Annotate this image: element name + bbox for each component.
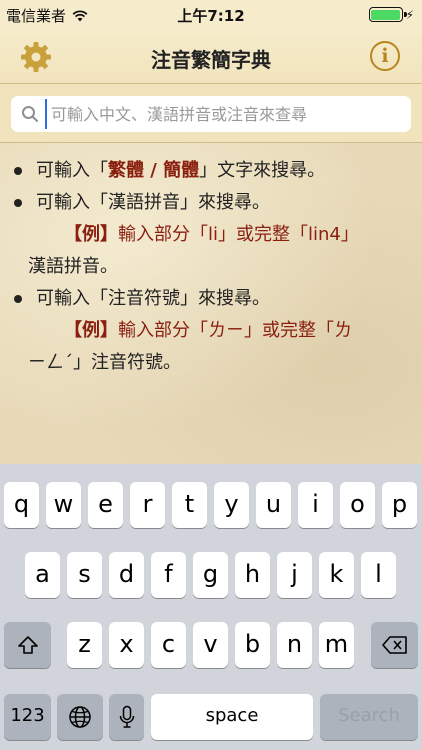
search-icon [22, 106, 38, 122]
help-list: 可輸入「繁體 / 簡體」文字來搜尋。 可輸入「漢語拼音」來搜尋。 【例】輸入部分… [14, 155, 408, 379]
key-i[interactable]: i [298, 482, 333, 528]
shift-icon [17, 636, 38, 654]
help-item-zhuyin: 可輸入「注音符號」來搜尋。 [14, 283, 408, 315]
key-k[interactable]: k [319, 552, 354, 598]
key-x[interactable]: x [109, 622, 144, 668]
help-emphasis: 繁體 / 簡體 [108, 160, 200, 181]
key-e[interactable]: e [88, 482, 123, 528]
info-icon[interactable]: i [370, 41, 400, 71]
key-t[interactable]: t [172, 482, 207, 528]
help-example-pinyin: 【例】輸入部分「li」或完整「lin4」 [64, 224, 359, 245]
key-f[interactable]: f [151, 552, 186, 598]
keyboard: q w e r t y u i o p a s d f g h j k l z … [0, 464, 422, 750]
microphone-key[interactable] [109, 694, 144, 740]
globe-icon [69, 706, 91, 728]
help-example-zhuyin: 【例】輸入部分「ㄌㄧ」或完整「ㄌ [64, 320, 352, 341]
key-v[interactable]: v [193, 622, 228, 668]
key-u[interactable]: u [256, 482, 291, 528]
help-example-pinyin-cont: 漢語拼音。 [28, 256, 118, 277]
help-item-pinyin: 可輸入「漢語拼音」來搜尋。 [14, 187, 408, 219]
globe-key[interactable] [57, 694, 103, 740]
key-g[interactable]: g [193, 552, 228, 598]
key-b[interactable]: b [235, 622, 270, 668]
key-r[interactable]: r [130, 482, 165, 528]
key-p[interactable]: p [382, 482, 417, 528]
key-m[interactable]: m [319, 622, 354, 668]
key-d[interactable]: d [109, 552, 144, 598]
battery-icon [368, 7, 407, 22]
status-time: 上午7:12 [177, 7, 245, 25]
key-c[interactable]: c [151, 622, 186, 668]
key-o[interactable]: o [340, 482, 375, 528]
key-z[interactable]: z [67, 622, 102, 668]
help-example-zhuyin-cont: ㄧㄥˊ」注音符號。 [28, 352, 181, 373]
help-panel: 可輸入「繁體 / 簡體」文字來搜尋。 可輸入「漢語拼音」來搜尋。 【例】輸入部分… [0, 143, 422, 464]
search-bar [0, 84, 422, 143]
page-title: 注音繁簡字典 [151, 48, 271, 72]
key-l[interactable]: l [361, 552, 396, 598]
key-w[interactable]: w [46, 482, 81, 528]
search-box[interactable] [11, 96, 411, 132]
status-bar: 電信業者 上午7:12 ⚡ [0, 0, 422, 30]
key-h[interactable]: h [235, 552, 270, 598]
search-key[interactable]: Search [320, 694, 418, 740]
key-s[interactable]: s [67, 552, 102, 598]
key-n[interactable]: n [277, 622, 312, 668]
key-q[interactable]: q [4, 482, 39, 528]
nav-bar: 注音繁簡字典 i [0, 30, 422, 84]
help-item-traditional-simplified: 可輸入「繁體 / 簡體」文字來搜尋。 [14, 155, 408, 187]
space-key[interactable]: space [151, 694, 313, 740]
key-j[interactable]: j [277, 552, 312, 598]
numbers-key[interactable]: 123 [4, 694, 51, 740]
key-a[interactable]: a [25, 552, 60, 598]
delete-icon [381, 636, 407, 654]
charging-icon: ⚡ [405, 7, 414, 22]
delete-key[interactable] [371, 622, 418, 668]
status-right: ⚡ [368, 7, 414, 22]
search-input[interactable] [45, 99, 411, 129]
key-y[interactable]: y [214, 482, 249, 528]
microphone-icon [119, 705, 134, 728]
shift-key[interactable] [4, 622, 51, 668]
